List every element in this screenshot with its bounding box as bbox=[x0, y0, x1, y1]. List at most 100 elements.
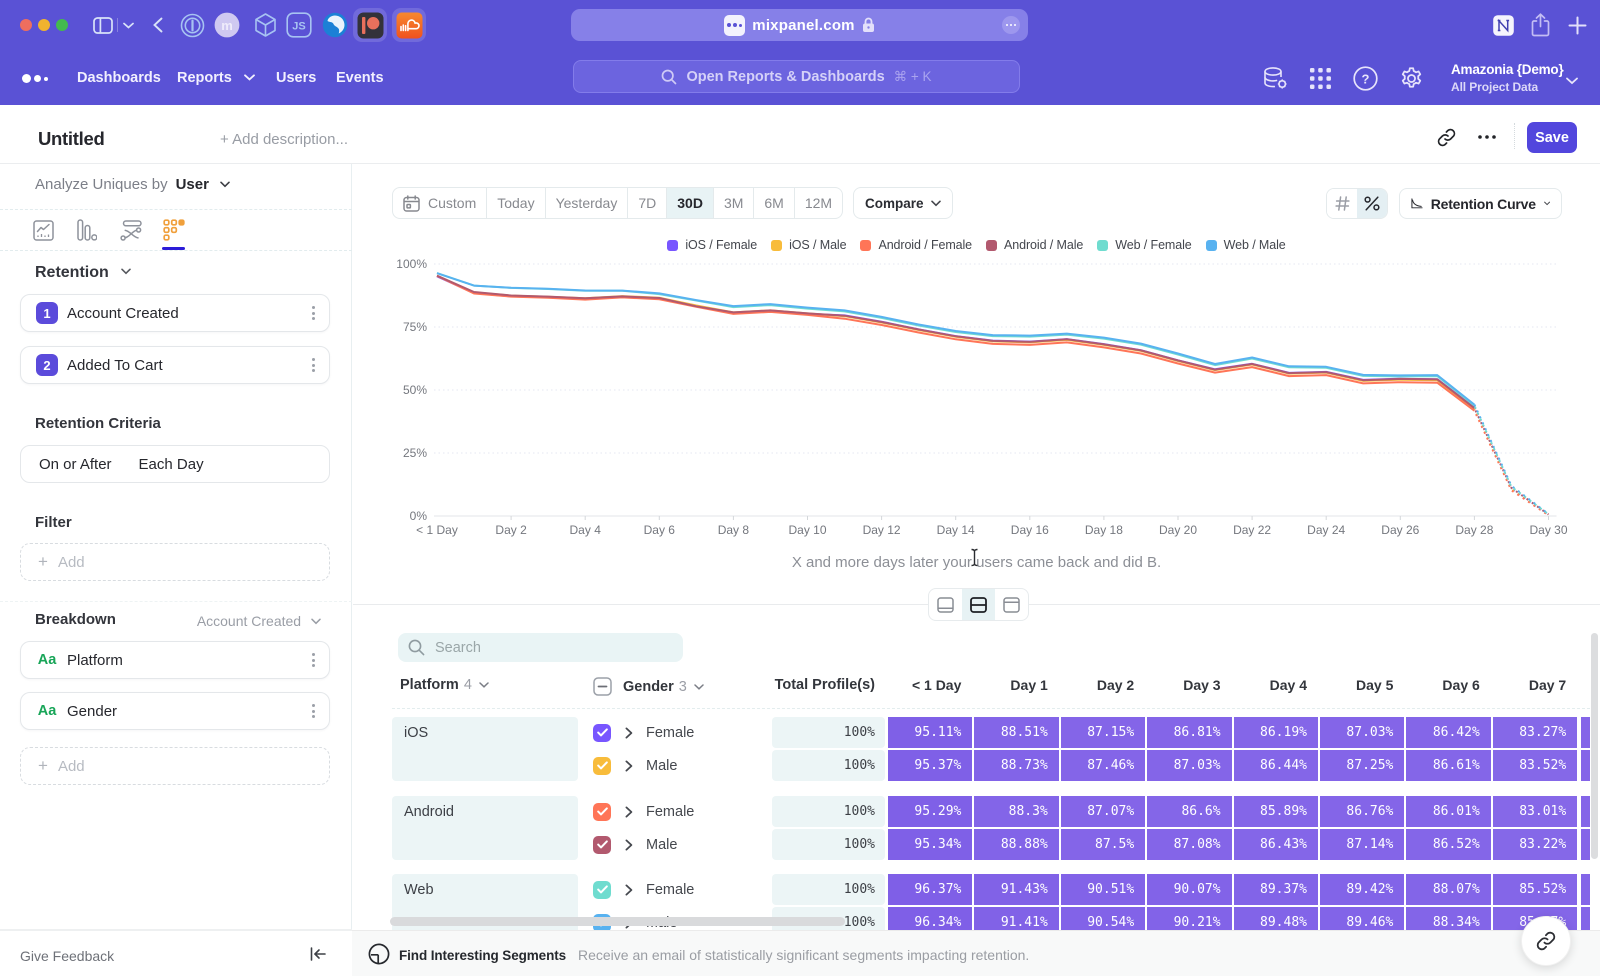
share-icon[interactable] bbox=[1526, 0, 1554, 50]
more-options-icon[interactable] bbox=[1473, 123, 1501, 151]
indeterminate-checkbox-icon[interactable] bbox=[593, 677, 612, 696]
share-link-floating-button[interactable] bbox=[1521, 916, 1571, 966]
sidebar-chevron-icon[interactable] bbox=[121, 0, 136, 50]
save-button[interactable]: Save bbox=[1527, 122, 1577, 153]
onepassword-icon[interactable] bbox=[178, 0, 206, 50]
step-2-menu-icon[interactable] bbox=[312, 358, 315, 372]
retention-line-chart[interactable]: 0%25%50%75%100%< 1 DayDay 2Day 4Day 6Day… bbox=[353, 164, 1600, 546]
breakdown-gender[interactable]: Aa Gender bbox=[20, 692, 330, 730]
settings-gear-icon[interactable] bbox=[1394, 55, 1428, 101]
retention-cell[interactable]: 87.08% bbox=[1147, 829, 1231, 860]
expand-row-icon[interactable] bbox=[625, 839, 633, 851]
retention-cell[interactable]: 86.81% bbox=[1147, 717, 1231, 748]
breakdown-source-dropdown[interactable]: Account Created bbox=[197, 613, 321, 629]
retention-cell[interactable]: 87.25% bbox=[1320, 750, 1404, 781]
new-tab-icon[interactable] bbox=[1563, 0, 1591, 50]
account-chevron-icon[interactable] bbox=[1566, 72, 1578, 90]
platform-column-header[interactable]: Platform4 bbox=[400, 677, 489, 693]
give-feedback-link[interactable]: Give Feedback bbox=[20, 948, 114, 964]
add-description-placeholder[interactable]: + Add description... bbox=[220, 131, 348, 148]
window-zoom-button[interactable] bbox=[56, 19, 68, 31]
retention-cell[interactable]: 87.14% bbox=[1320, 829, 1404, 860]
data-management-icon[interactable] bbox=[1258, 55, 1292, 101]
retention-step-2[interactable]: 2 Added To Cart bbox=[20, 346, 330, 384]
series-checkbox[interactable] bbox=[593, 803, 611, 821]
global-search-input[interactable]: Open Reports & Dashboards ⌘ + K bbox=[573, 60, 1020, 93]
retention-cell[interactable]: 87.03% bbox=[1320, 717, 1404, 748]
soundcloud-icon[interactable] bbox=[395, 0, 423, 50]
retention-cell[interactable]: 96.37% bbox=[888, 874, 972, 905]
nav-reports[interactable]: Reports bbox=[177, 50, 255, 105]
retention-cell[interactable]: 95.11% bbox=[888, 717, 972, 748]
gender-column-header[interactable]: Gender3 bbox=[593, 677, 704, 696]
nav-events[interactable]: Events bbox=[336, 50, 384, 105]
retention-cell[interactable]: 90.51% bbox=[1061, 874, 1145, 905]
retention-cell[interactable]: 95.29% bbox=[888, 796, 972, 827]
find-interesting-segments-label[interactable]: Find Interesting Segments bbox=[399, 948, 566, 963]
retention-cell[interactable]: 83.27% bbox=[1493, 717, 1577, 748]
criteria-on-or-after[interactable]: On or After bbox=[39, 456, 112, 473]
mixpanel-logo-dots[interactable] bbox=[22, 74, 48, 83]
retention-section-heading[interactable]: Retention bbox=[35, 264, 131, 282]
breakdown-platform[interactable]: Aa Platform bbox=[20, 641, 330, 679]
retention-cell[interactable]: 86.61% bbox=[1406, 750, 1490, 781]
table-only-view-button[interactable] bbox=[995, 589, 1028, 620]
retention-cell[interactable]: 87.03% bbox=[1147, 750, 1231, 781]
retention-cell[interactable]: 83.52% bbox=[1493, 750, 1577, 781]
tab-retention[interactable] bbox=[157, 214, 191, 246]
analyze-value-dropdown[interactable]: User bbox=[176, 176, 209, 193]
retention-cell[interactable]: 86.19% bbox=[1234, 717, 1318, 748]
retention-cell[interactable]: 88.73% bbox=[974, 750, 1058, 781]
retention-cell[interactable]: 89.37% bbox=[1234, 874, 1318, 905]
address-bar[interactable]: mixpanel.com bbox=[571, 9, 1028, 41]
retention-cell[interactable]: 90.07% bbox=[1147, 874, 1231, 905]
retention-cell[interactable]: 95.37% bbox=[888, 750, 972, 781]
retention-cell[interactable]: 88.07% bbox=[1406, 874, 1490, 905]
retention-cell[interactable]: 88.51% bbox=[974, 717, 1058, 748]
retention-cell[interactable]: 86.01% bbox=[1406, 796, 1490, 827]
retention-cell[interactable]: 89.42% bbox=[1320, 874, 1404, 905]
retention-cell[interactable]: 86.52% bbox=[1406, 829, 1490, 860]
retention-cell[interactable]: 86.44% bbox=[1234, 750, 1318, 781]
expand-row-icon[interactable] bbox=[625, 760, 633, 772]
retention-cell[interactable]: 87.46% bbox=[1061, 750, 1145, 781]
retention-cell[interactable]: 86.43% bbox=[1234, 829, 1318, 860]
retention-cell[interactable]: 86.6% bbox=[1147, 796, 1231, 827]
expand-row-icon[interactable] bbox=[625, 806, 633, 818]
notion-icon[interactable] bbox=[1489, 0, 1517, 50]
apps-grid-icon[interactable] bbox=[1303, 55, 1337, 101]
avatar-m-icon[interactable]: m bbox=[213, 0, 241, 50]
nav-dashboards[interactable]: Dashboards bbox=[77, 50, 161, 105]
gender-menu-icon[interactable] bbox=[312, 704, 315, 718]
window-minimize-button[interactable] bbox=[38, 19, 50, 31]
vertical-scrollbar[interactable] bbox=[1591, 633, 1598, 859]
criteria-each-day[interactable]: Each Day bbox=[139, 456, 204, 473]
help-icon[interactable]: ? bbox=[1348, 55, 1382, 101]
series-checkbox[interactable] bbox=[593, 881, 611, 899]
retention-cell[interactable]: 87.5% bbox=[1061, 829, 1145, 860]
tab-flows[interactable] bbox=[114, 214, 148, 246]
platform-menu-icon[interactable] bbox=[312, 653, 315, 667]
cube-icon[interactable] bbox=[251, 0, 279, 50]
tab-funnels[interactable] bbox=[70, 214, 104, 246]
table-search-input[interactable]: Search bbox=[398, 633, 683, 662]
browser-sidebar-icon[interactable] bbox=[91, 0, 115, 50]
add-filter-button[interactable]: + Add bbox=[20, 543, 330, 581]
chart-only-view-button[interactable] bbox=[929, 589, 962, 620]
retention-cell[interactable]: 87.07% bbox=[1061, 796, 1145, 827]
retention-cell[interactable]: 88.3% bbox=[974, 796, 1058, 827]
series-checkbox[interactable] bbox=[593, 724, 611, 742]
retention-cell[interactable]: 87.15% bbox=[1061, 717, 1145, 748]
retention-cell[interactable]: 88.88% bbox=[974, 829, 1058, 860]
retention-cell[interactable]: 86.42% bbox=[1406, 717, 1490, 748]
collapse-sidebar-icon[interactable] bbox=[310, 947, 326, 966]
site-options-button[interactable] bbox=[1002, 16, 1020, 34]
split-view-button[interactable] bbox=[962, 589, 995, 620]
retention-cell[interactable]: 86.76% bbox=[1320, 796, 1404, 827]
nav-users[interactable]: Users bbox=[276, 50, 316, 105]
account-menu[interactable]: Amazonia {Demo} All Project Data bbox=[1451, 62, 1564, 94]
retention-criteria-selector[interactable]: On or After Each Day bbox=[20, 445, 330, 483]
patreon-icon[interactable] bbox=[356, 0, 384, 50]
retention-cell[interactable]: 85.52% bbox=[1493, 874, 1577, 905]
add-breakdown-button[interactable]: + Add bbox=[20, 747, 330, 785]
